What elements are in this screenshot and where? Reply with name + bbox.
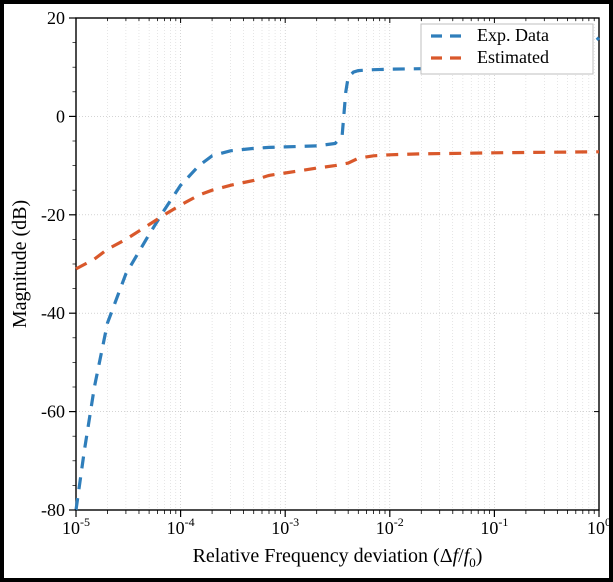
grid	[76, 18, 599, 510]
legend-entry-1: Estimated	[477, 47, 549, 67]
xtick-label: 100	[587, 515, 609, 538]
x-axis-label: Relative Frequency deviation (Δf/f0)	[193, 545, 483, 570]
ytick-label: -20	[41, 205, 65, 225]
xtick-label: 10-4	[167, 515, 195, 538]
ytick-label: -60	[41, 402, 65, 422]
legend-entry-0: Exp. Data	[477, 25, 549, 45]
ytick-label: 20	[47, 8, 65, 28]
y-axis-label: Magnitude (dB)	[9, 200, 31, 328]
xtick-label: 10-2	[376, 515, 404, 538]
line-chart: 10-5 10-4 10-3 10-2 10-1 100 -80 -60 -40 -20 0 20 Re…	[4, 4, 609, 578]
legend: Exp. DataEstimated	[421, 24, 593, 74]
xtick-label: 10-1	[480, 515, 508, 538]
plot-frame	[76, 18, 599, 510]
series-1	[76, 152, 599, 269]
xtick-label: 10-5	[62, 515, 90, 538]
ytick-label: 0	[56, 106, 65, 126]
ytick-label: -80	[41, 500, 65, 520]
xtick-label: 10-3	[271, 515, 299, 538]
ticks: 10-5 10-4 10-3 10-2 10-1 100 -80 -60 -40 -20 0 20	[41, 8, 609, 538]
series-0	[76, 38, 599, 510]
chart-container: 10-5 10-4 10-3 10-2 10-1 100 -80 -60 -40 -20 0 20 Re…	[4, 4, 609, 578]
ytick-label: -40	[41, 303, 65, 323]
